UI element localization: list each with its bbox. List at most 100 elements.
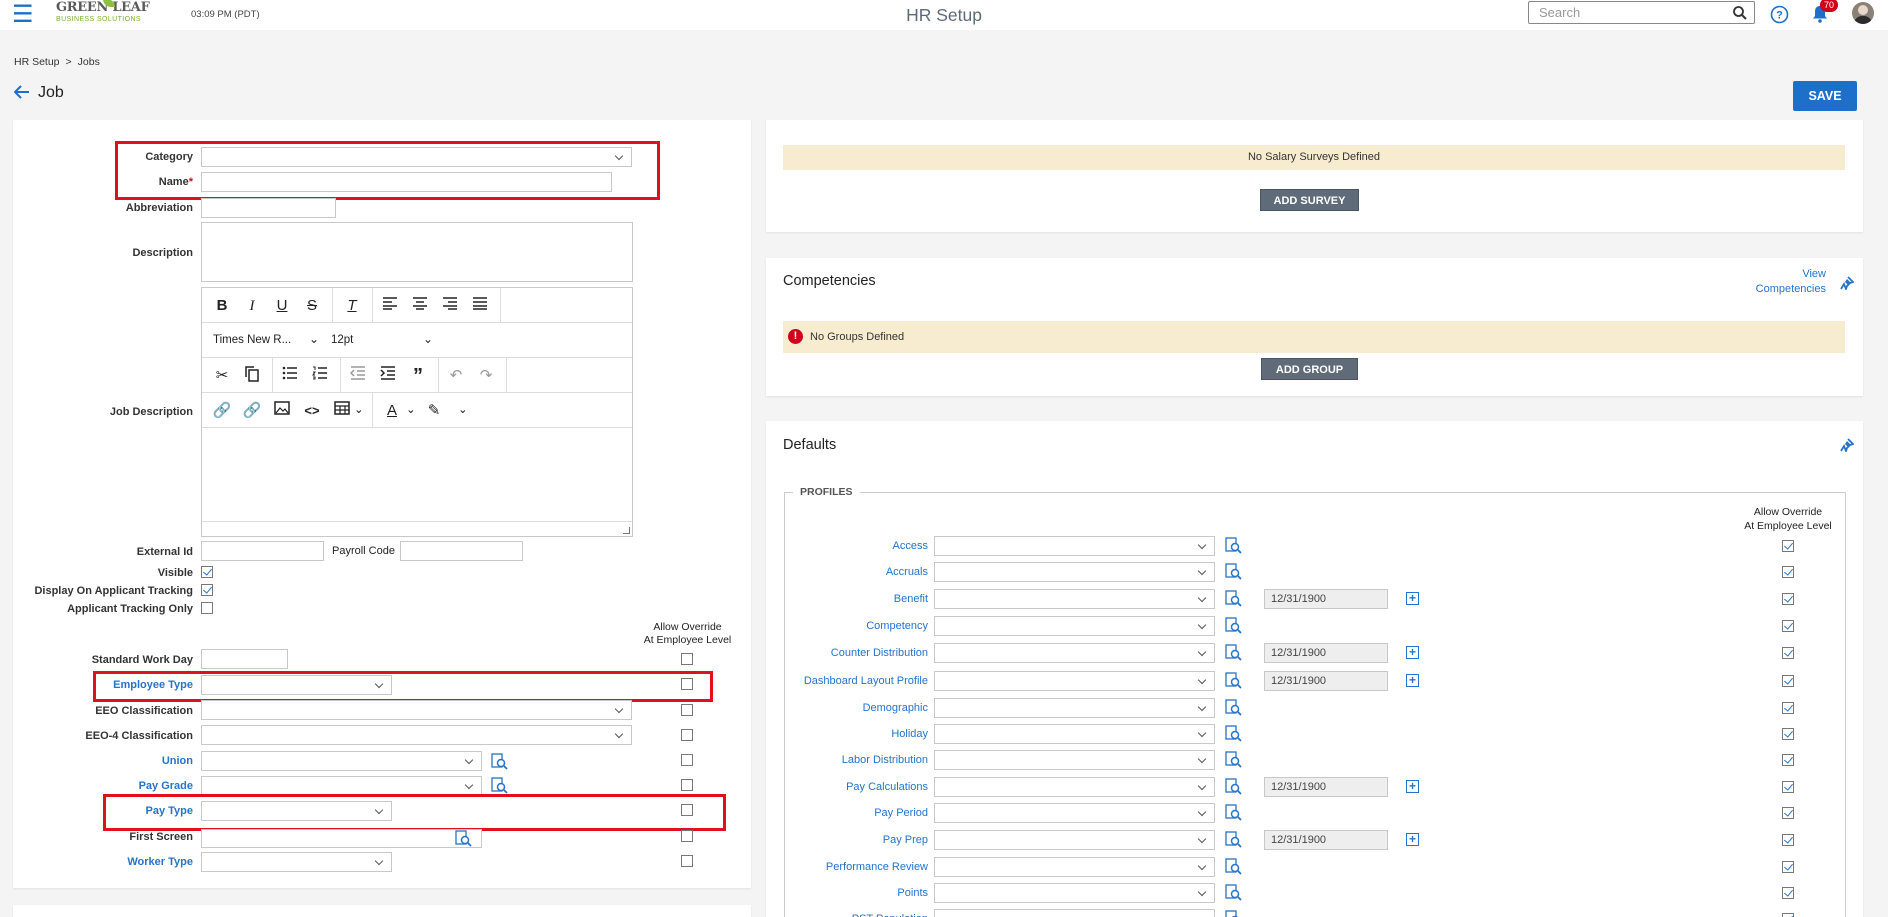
pin-icon[interactable] [1840,438,1854,452]
effective-date-input[interactable]: 12/31/1900 [1264,830,1388,850]
lookup-icon[interactable] [1225,590,1242,607]
help-icon[interactable]: ? [1770,5,1789,24]
view-competencies-link[interactable]: View Competencies [1740,267,1826,297]
underline-icon[interactable]: U [272,296,292,316]
union-override-checkbox[interactable] [681,754,693,766]
lookup-icon[interactable] [455,830,472,847]
eeo-classification-override-checkbox[interactable] [681,704,693,716]
profile-override-checkbox[interactable] [1782,807,1794,819]
lookup-icon[interactable] [491,777,508,794]
lookup-icon[interactable] [1225,831,1242,848]
profile-override-checkbox[interactable] [1782,675,1794,687]
first-screen-input[interactable] [201,829,482,848]
clear-formatting-icon[interactable]: T [342,296,362,316]
profile-override-checkbox[interactable] [1782,702,1794,714]
lookup-icon[interactable] [1225,778,1242,795]
profile-override-checkbox[interactable] [1782,861,1794,873]
align-left-icon[interactable] [380,296,400,316]
profile-override-checkbox[interactable] [1782,754,1794,766]
copy-icon[interactable] [242,366,262,386]
profile-label[interactable]: Pay Period [874,807,928,819]
italic-icon[interactable]: I [242,296,262,316]
search-icon[interactable] [1732,5,1748,21]
add-date-icon[interactable]: + [1406,592,1419,605]
profile-select[interactable] [934,750,1215,770]
profile-select[interactable] [934,698,1215,718]
profile-override-checkbox[interactable] [1782,566,1794,578]
pay-grade-label[interactable]: Pay Grade [139,780,193,792]
profile-select[interactable] [934,803,1215,823]
chevron-down-icon[interactable]: ⌄ [406,402,416,416]
lookup-icon[interactable] [1225,725,1242,742]
profile-override-checkbox[interactable] [1782,620,1794,632]
profile-override-checkbox[interactable] [1782,728,1794,740]
profile-select[interactable] [934,562,1215,582]
save-button[interactable]: SAVE [1793,81,1857,111]
profile-label[interactable]: Pay Calculations [846,781,928,793]
display-on-applicant-tracking-checkbox[interactable] [201,584,213,596]
code-icon[interactable]: <> [302,401,322,421]
align-right-icon[interactable] [440,296,460,316]
lookup-icon[interactable] [1225,563,1242,580]
chevron-down-icon[interactable]: ⌄ [458,402,468,416]
profile-override-checkbox[interactable] [1782,887,1794,899]
align-center-icon[interactable] [410,296,430,316]
profile-label[interactable]: Competency [866,620,928,632]
text-color-icon[interactable]: A [382,401,402,421]
description-textarea[interactable] [201,222,633,282]
redo-icon[interactable]: ↷ [476,366,496,386]
profile-label[interactable]: Demographic [863,702,928,714]
notification-count-badge[interactable]: 70 [1820,0,1838,12]
applicant-tracking-only-checkbox[interactable] [201,602,213,614]
lookup-icon[interactable] [491,753,508,770]
lookup-icon[interactable] [1225,644,1242,661]
lookup-icon[interactable] [1225,884,1242,901]
lookup-icon[interactable] [1225,910,1242,917]
add-date-icon[interactable]: + [1406,646,1419,659]
profile-label[interactable]: PST Population [852,913,928,917]
job-description-editor[interactable]: B I U S T Times New R... ⌄ 12pt ⌄ ✂ ” ↶ … [201,287,633,537]
union-label[interactable]: Union [162,755,193,767]
profile-override-checkbox[interactable] [1782,593,1794,605]
pay-grade-select[interactable] [201,776,482,796]
profile-label[interactable]: Counter Distribution [831,647,928,659]
profile-override-checkbox[interactable] [1782,781,1794,793]
add-date-icon[interactable]: + [1406,780,1419,793]
undo-icon[interactable]: ↶ [446,366,466,386]
chevron-down-icon[interactable]: ⌄ [309,332,319,346]
profile-override-checkbox[interactable] [1782,834,1794,846]
profile-label[interactable]: Pay Prep [883,834,928,846]
profile-override-checkbox[interactable] [1782,647,1794,659]
profile-override-checkbox[interactable] [1782,540,1794,552]
back-arrow-icon[interactable] [13,85,30,99]
profile-label[interactable]: Benefit [894,593,928,605]
chevron-down-icon[interactable]: ⌄ [354,402,364,416]
effective-date-input[interactable]: 12/31/1900 [1264,777,1388,797]
profile-select[interactable] [934,883,1215,903]
add-survey-button[interactable]: ADD SURVEY [1260,189,1359,211]
profile-select[interactable] [934,589,1215,609]
profile-select[interactable] [934,909,1215,917]
add-group-button[interactable]: ADD GROUP [1261,358,1358,380]
abbreviation-input[interactable] [201,198,336,218]
cut-icon[interactable]: ✂ [212,366,232,386]
payroll-code-input[interactable] [400,541,523,561]
strikethrough-icon[interactable]: S [302,296,322,316]
add-date-icon[interactable]: + [1406,674,1419,687]
effective-date-input[interactable]: 12/31/1900 [1264,589,1388,609]
font-family-select[interactable]: Times New R... [213,334,291,346]
indent-icon[interactable] [378,366,398,386]
profile-label[interactable]: Points [897,887,928,899]
profile-label[interactable]: Accruals [886,566,928,578]
profile-label[interactable]: Dashboard Layout Profile [804,675,928,687]
user-avatar[interactable] [1852,2,1874,24]
standard-work-day-override-checkbox[interactable] [681,653,693,665]
worker-type-label[interactable]: Worker Type [127,856,193,868]
union-select[interactable] [201,751,482,771]
profile-select[interactable] [934,857,1215,877]
chevron-down-icon[interactable]: ⌄ [423,332,433,346]
profile-select[interactable] [934,724,1215,744]
eeo4-classification-override-checkbox[interactable] [681,729,693,741]
profile-label[interactable]: Performance Review [826,861,928,873]
profile-select[interactable] [934,671,1215,691]
